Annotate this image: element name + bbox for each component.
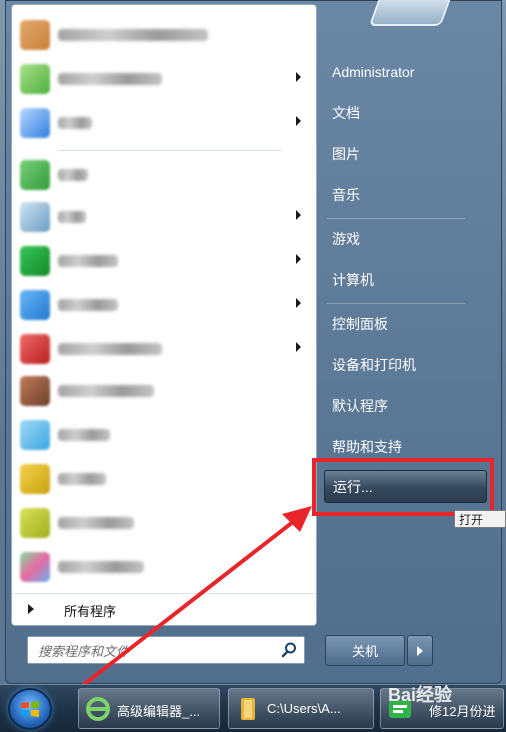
blurred-label — [58, 385, 154, 397]
recent-program-1[interactable] — [12, 155, 316, 195]
start-button[interactable] — [10, 690, 50, 728]
highlight-box — [312, 458, 494, 516]
blurred-label — [58, 29, 208, 41]
blurred-label — [58, 517, 134, 529]
start-menu: 所有程序 Administrator 文档 图片 音乐 游戏 计算机 控制面板 … — [5, 0, 502, 684]
app-icon — [20, 290, 50, 320]
app-icon — [20, 464, 50, 494]
app-icon — [20, 64, 50, 94]
divider — [327, 303, 465, 304]
recent-program-9[interactable] — [12, 503, 316, 543]
shutdown-options-button[interactable] — [407, 635, 433, 666]
recent-program-5[interactable] — [12, 329, 316, 369]
app-icon — [20, 334, 50, 364]
user-folder-link[interactable]: Administrator — [327, 59, 492, 85]
submenu-arrow-icon[interactable] — [296, 116, 301, 126]
internet-explorer-icon — [86, 697, 110, 721]
recent-program-8[interactable] — [12, 459, 316, 499]
app-icon — [20, 160, 50, 190]
search-area — [11, 630, 315, 670]
control-panel-link[interactable]: 控制面板 — [327, 311, 492, 337]
blurred-label — [58, 299, 118, 311]
search-icon[interactable] — [280, 641, 298, 659]
blurred-label — [58, 561, 144, 573]
divider — [327, 218, 465, 219]
search-input[interactable] — [36, 641, 280, 661]
submenu-arrow-icon[interactable] — [296, 72, 301, 82]
recent-program-3[interactable] — [12, 241, 316, 281]
taskbar-label: 高级编辑器_... — [117, 704, 201, 719]
pinned-program-3[interactable] — [12, 103, 316, 143]
app-icon — [20, 508, 50, 538]
help-support-link[interactable]: 帮助和支持 — [327, 434, 492, 460]
submenu-arrow-icon[interactable] — [296, 210, 301, 220]
run-tooltip: 打开 — [454, 510, 506, 528]
music-link[interactable]: 音乐 — [327, 182, 492, 208]
arrow-right-icon — [417, 646, 423, 656]
right-pane: Administrator 文档 图片 音乐 游戏 计算机 控制面板 设备和打印… — [321, 0, 506, 684]
app-icon — [20, 246, 50, 276]
taskbar-ie-editor[interactable]: 高级编辑器_... — [78, 688, 220, 729]
shutdown-button[interactable]: 关机 — [325, 635, 405, 666]
divider — [58, 150, 282, 151]
watermark: Bai经验 — [388, 685, 453, 705]
computer-link[interactable]: 计算机 — [327, 267, 492, 293]
app-icon — [20, 108, 50, 138]
pinned-program-1[interactable] — [12, 15, 316, 55]
pinned-program-2[interactable] — [12, 59, 316, 99]
recent-program-6[interactable] — [12, 371, 316, 411]
program-list-pane: 所有程序 — [11, 4, 317, 626]
pictures-link[interactable]: 图片 — [327, 141, 492, 167]
recent-program-10[interactable] — [12, 547, 316, 587]
blurred-label — [58, 73, 162, 85]
app-icon — [20, 202, 50, 232]
blurred-label — [58, 429, 110, 441]
expand-arrow-icon — [28, 604, 34, 614]
user-picture[interactable] — [368, 0, 454, 26]
app-icon — [20, 552, 50, 582]
recent-program-7[interactable] — [12, 415, 316, 455]
documents-link[interactable]: 文档 — [327, 100, 492, 126]
blurred-label — [58, 117, 92, 129]
blurred-label — [58, 473, 106, 485]
games-link[interactable]: 游戏 — [327, 226, 492, 252]
blurred-label — [58, 255, 118, 267]
windows-logo-icon — [21, 701, 39, 717]
default-programs-link[interactable]: 默认程序 — [327, 393, 492, 419]
all-programs-label: 所有程序 — [64, 604, 117, 619]
taskbar-explorer[interactable]: C:\Users\A... — [228, 688, 374, 729]
submenu-arrow-icon[interactable] — [296, 298, 301, 308]
app-icon — [20, 420, 50, 450]
recent-program-2[interactable] — [12, 197, 316, 237]
blurred-label — [58, 343, 162, 355]
blurred-label — [58, 169, 88, 181]
app-icon — [20, 20, 50, 50]
submenu-arrow-icon[interactable] — [296, 342, 301, 352]
folder-icon — [241, 698, 255, 720]
blurred-label — [58, 211, 86, 223]
app-icon — [20, 376, 50, 406]
submenu-arrow-icon[interactable] — [296, 254, 301, 264]
search-box[interactable] — [27, 636, 305, 664]
all-programs-button[interactable]: 所有程序 — [12, 593, 316, 624]
devices-printers-link[interactable]: 设备和打印机 — [327, 352, 492, 378]
recent-program-4[interactable] — [12, 285, 316, 325]
taskbar-label: C:\Users\A... — [267, 701, 341, 716]
